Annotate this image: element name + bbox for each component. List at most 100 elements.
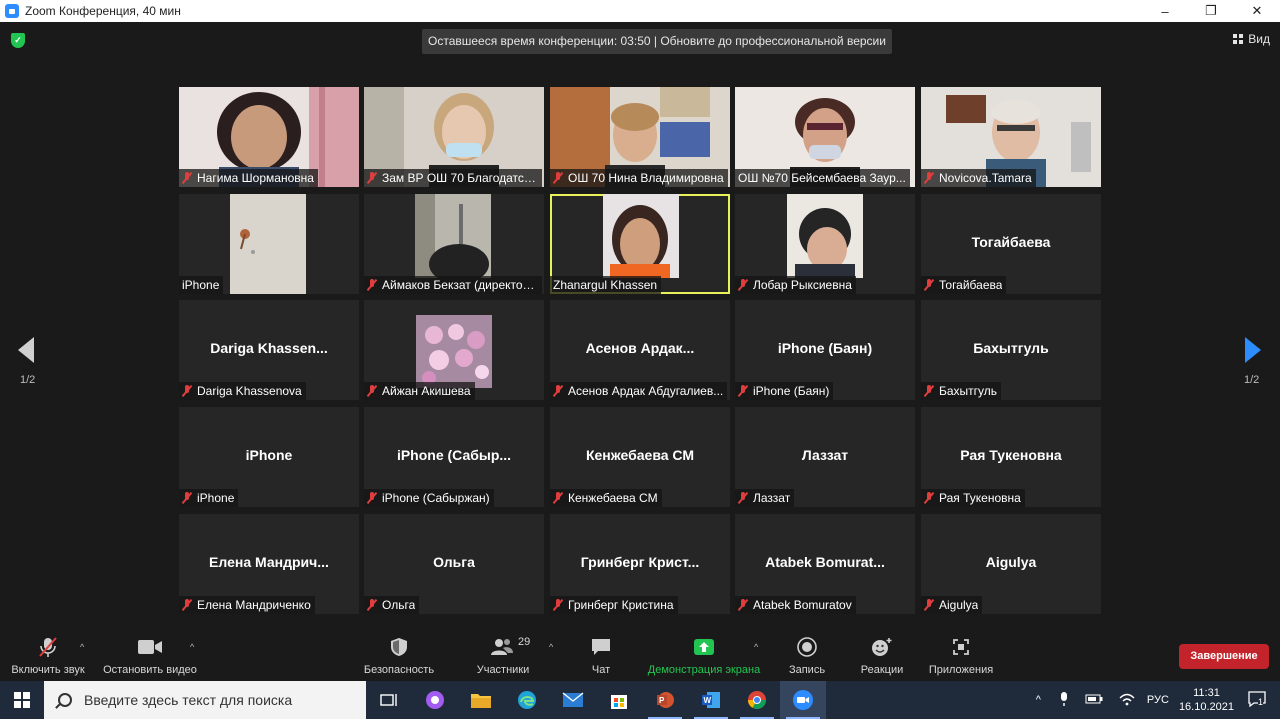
start-button[interactable] (0, 681, 44, 719)
participant-tile[interactable]: Бахытгуль Бахытгуль (921, 300, 1101, 400)
cortana-icon[interactable] (412, 681, 458, 719)
participant-name: Ольга (382, 598, 416, 612)
participant-tile[interactable]: iPhone iPhone (179, 407, 359, 507)
clock[interactable]: 11:31 16.10.2021 (1179, 686, 1234, 714)
task-view-icon[interactable] (366, 681, 412, 719)
participant-display-name: Бахытгуль (973, 340, 1049, 356)
participant-tile[interactable]: Нагима Шормановна (179, 87, 359, 187)
next-page-arrow-icon[interactable] (1245, 337, 1261, 363)
chat-button[interactable]: Чат (576, 636, 626, 676)
edge-browser-icon[interactable] (504, 681, 550, 719)
participant-tile[interactable]: iPhone (Баян) iPhone (Баян) (735, 300, 915, 400)
mic-muted-icon (182, 492, 192, 504)
video-options-caret-icon[interactable]: ^ (190, 642, 194, 652)
zoom-taskbar-icon[interactable] (780, 681, 826, 719)
security-button[interactable]: Безопасность (360, 636, 438, 676)
participants-label: Участники (476, 664, 530, 676)
participant-name-label: Айжан Акишева (364, 382, 475, 400)
microphone-icon[interactable] (1059, 691, 1069, 710)
window-title: Zoom Конференция, 40 мин (25, 4, 181, 18)
participant-tile[interactable]: Гринберг Крист... Гринберг Кристина (550, 514, 730, 614)
participant-tile[interactable]: Ольга Ольга (364, 514, 544, 614)
participant-name: iPhone (197, 491, 235, 505)
participant-tile[interactable]: Рая Тукеновна Рая Тукеновна (921, 407, 1101, 507)
participant-tile[interactable]: ОШ 70 Нина Владимировна (550, 87, 730, 187)
view-button[interactable]: Вид (1233, 32, 1270, 46)
participant-name: Елена Мандриченко (197, 598, 311, 612)
search-icon (58, 693, 72, 707)
participant-name-label: Кенжебаева СМ (550, 489, 662, 507)
system-tray: ^ РУС 11:31 16.10.2021 1 (1026, 681, 1280, 719)
participant-name-label: Novicova.Tamara (921, 169, 1036, 187)
participant-tile[interactable]: iPhone (Сабыр... iPhone (Сабыржан) (364, 407, 544, 507)
language-indicator[interactable]: РУС (1147, 694, 1169, 706)
mic-muted-icon (924, 385, 934, 397)
participant-display-name: Aigulya (985, 554, 1037, 570)
mic-muted-icon (924, 599, 934, 611)
share-options-caret-icon[interactable]: ^ (754, 642, 758, 652)
reactions-button[interactable]: Реакции (854, 636, 910, 676)
battery-icon[interactable] (1085, 694, 1103, 707)
participant-name: Бахытгуль (939, 384, 998, 398)
participant-name-label: Aigulya (921, 596, 983, 614)
participant-tile[interactable]: Кенжебаева СМ Кенжебаева СМ (550, 407, 730, 507)
view-label: Вид (1248, 32, 1270, 46)
file-explorer-icon[interactable] (458, 681, 504, 719)
participant-tile[interactable]: Dariga Khassen... Dariga Khassenova (179, 300, 359, 400)
participants-caret-icon[interactable]: ^ (549, 642, 553, 652)
maximize-button[interactable]: ❐ (1188, 0, 1234, 22)
mail-icon[interactable] (550, 681, 596, 719)
encryption-shield-icon[interactable]: ✓ (11, 33, 25, 48)
participant-tile[interactable]: Novicova.Tamara (921, 87, 1101, 187)
stop-video-button[interactable]: Остановить видео (100, 636, 200, 676)
time-remaining-banner[interactable]: Оставшееся время конференции: 03:50 | Об… (422, 29, 892, 54)
participant-tile[interactable]: iPhone (179, 194, 359, 294)
unmute-button[interactable]: Включить звук (8, 636, 88, 676)
participant-name-label: Рая Тукеновна (921, 489, 1025, 507)
chrome-icon[interactable] (734, 681, 780, 719)
participant-name: Dariga Khassenova (197, 384, 302, 398)
page-indicator-left: 1/2 (20, 374, 36, 386)
audio-options-caret-icon[interactable]: ^ (80, 642, 84, 652)
mic-muted-icon (924, 492, 934, 504)
store-icon[interactable] (596, 681, 642, 719)
grid-view-icon (1233, 34, 1244, 44)
close-button[interactable]: ✕ (1234, 0, 1280, 22)
wifi-icon[interactable] (1119, 692, 1135, 709)
participant-name-label: Асенов Ардак Абдугалиев... (550, 382, 728, 400)
stop-video-label: Остановить видео (103, 664, 197, 676)
participants-button[interactable]: 29 Участники (470, 636, 536, 676)
participant-tile[interactable]: Асенов Ардак... Асенов Ардак Абдугалиев..… (550, 300, 730, 400)
participant-tile[interactable]: Айжан Акишева (364, 300, 544, 400)
participant-tile[interactable]: Елена Мандрич... Елена Мандриченко (179, 514, 359, 614)
participant-tile[interactable]: ОШ №70 Бейсембаева Заур... (735, 87, 915, 187)
participant-tile[interactable]: Аймаков Бекзат (директор... (364, 194, 544, 294)
svg-text:W: W (704, 696, 712, 705)
participant-display-name: iPhone (Сабыр... (396, 447, 512, 463)
participant-tile[interactable]: Тогайбаева Тогайбаева (921, 194, 1101, 294)
participant-name: iPhone (182, 278, 220, 292)
meeting-toolbar: Включить звук ^ Остановить видео ^ Безоп… (0, 628, 1280, 681)
previous-page-arrow-icon[interactable] (18, 337, 34, 363)
taskbar-search[interactable]: Введите здесь текст для поиска (44, 681, 366, 719)
minimize-button[interactable]: – (1142, 0, 1188, 22)
participant-tile[interactable]: Лаззат Лаззат (735, 407, 915, 507)
apps-button[interactable]: Приложения (924, 636, 998, 676)
participant-tile[interactable]: Atabek Bomurat... Atabek Bomuratov (735, 514, 915, 614)
participant-tile[interactable]: Зам ВР ОШ 70 Благодатск... (364, 87, 544, 187)
record-button[interactable]: Запись (780, 636, 834, 676)
end-meeting-button[interactable]: Завершение (1179, 644, 1269, 669)
participant-name-label: Тогайбаева (921, 276, 1007, 294)
participant-name: Айжан Акишева (382, 384, 471, 398)
powerpoint-icon[interactable]: P (642, 681, 688, 719)
notifications-icon[interactable]: 1 (1248, 690, 1266, 710)
participant-tile[interactable]: Aigulya Aigulya (921, 514, 1101, 614)
participant-name-label: Аймаков Бекзат (директор... (364, 276, 542, 294)
mic-muted-icon (182, 599, 192, 611)
participant-tile[interactable]: Zhanargul Khassen (550, 194, 730, 294)
show-hidden-icons-icon[interactable]: ^ (1036, 694, 1041, 706)
word-icon[interactable]: W (688, 681, 734, 719)
participant-tile[interactable]: Лобар Рыксиевна (735, 194, 915, 294)
participant-display-name: Асенов Ардак... (585, 340, 695, 356)
share-screen-button[interactable]: Демонстрация экрана (645, 636, 763, 676)
